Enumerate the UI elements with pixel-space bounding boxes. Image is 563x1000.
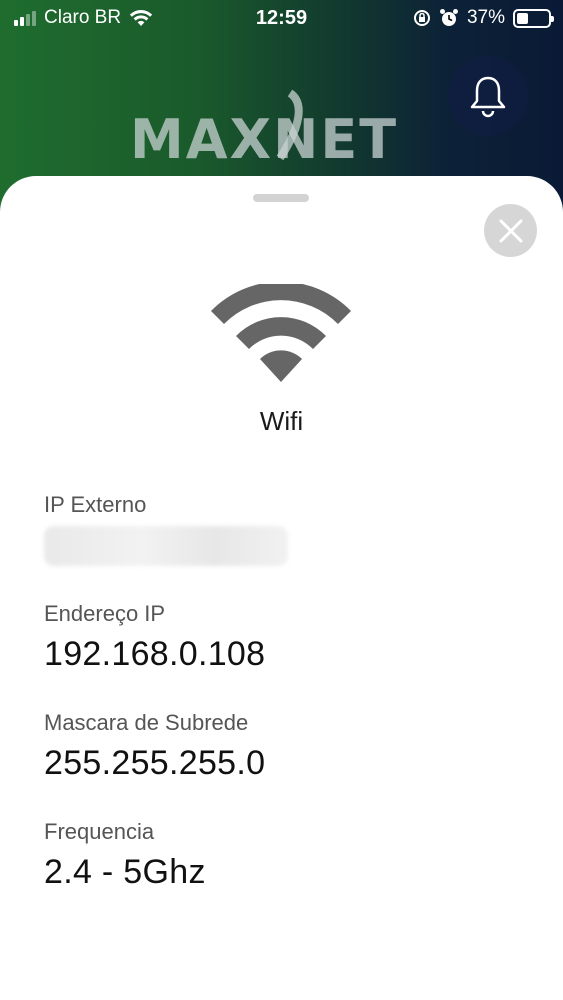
- bell-icon: [470, 76, 506, 118]
- field-label: Frequencia: [44, 819, 155, 844]
- sheet-drag-handle[interactable]: [253, 194, 309, 202]
- status-bar: Claro BR 12:59 37%: [0, 0, 563, 38]
- field-value: 192.168.0.108: [44, 635, 266, 673]
- field-value: 255.255.255.0: [44, 744, 266, 782]
- status-right: 37%: [413, 7, 554, 29]
- external-ip-field: IP Externo: [44, 492, 288, 566]
- battery-icon: [513, 8, 554, 28]
- alarm-icon: [439, 9, 458, 26]
- ip-address-field: Endereço IP 192.168.0.108: [44, 601, 265, 674]
- battery-percent: 37%: [466, 7, 505, 28]
- wifi-details-sheet: Wifi IP Externo Endereço IP 192.168.0.10…: [0, 176, 563, 1000]
- field-label: Endereço IP: [44, 601, 166, 626]
- wifi-title: Wifi: [259, 406, 304, 436]
- wifi-icon: [211, 284, 351, 382]
- orientation-lock-icon: [413, 10, 430, 26]
- close-icon: [499, 219, 522, 242]
- field-label: IP Externo: [44, 492, 147, 517]
- field-value: 2.4 - 5Ghz: [44, 853, 206, 891]
- logo-text: MAXNET: [130, 108, 399, 171]
- notifications-button[interactable]: [448, 56, 528, 136]
- close-button[interactable]: [484, 204, 537, 257]
- frequency-field: Frequencia 2.4 - 5Ghz: [44, 819, 206, 892]
- subnet-mask-field: Mascara de Subrede 255.255.255.0: [44, 710, 265, 783]
- external-ip-blurred-value: [44, 526, 288, 566]
- field-label: Mascara de Subrede: [44, 710, 249, 735]
- maxnet-logo: MAXNET: [130, 88, 430, 178]
